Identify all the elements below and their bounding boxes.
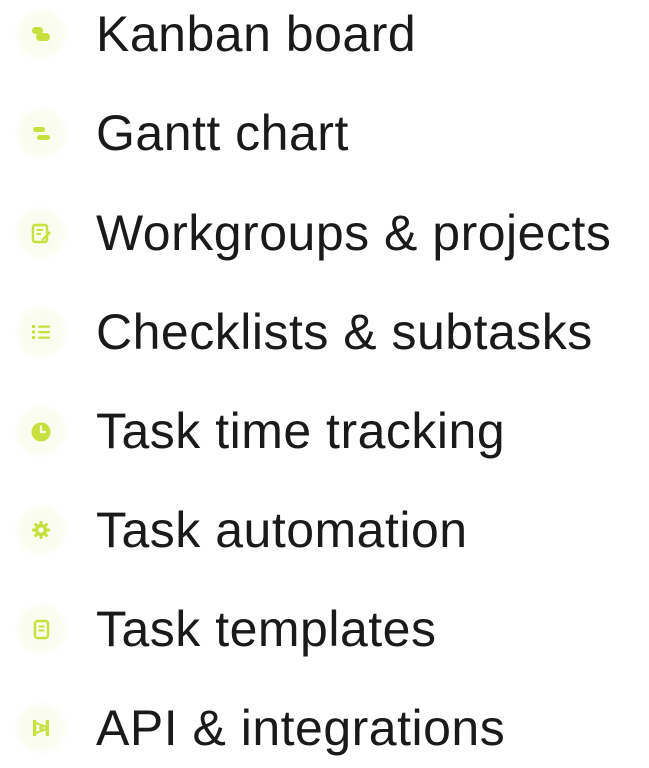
feature-label: Gantt chart	[96, 105, 349, 161]
feature-item-task-automation: Task automation	[0, 490, 649, 570]
template-icon	[14, 602, 68, 656]
feature-item-checklists-subtasks: Checklists & subtasks	[0, 292, 649, 372]
api-icon	[14, 701, 68, 755]
feature-label: Workgroups & projects	[96, 205, 612, 261]
feature-item-task-templates: Task templates	[0, 589, 649, 669]
feature-item-api-integrations: API & integrations	[0, 688, 649, 768]
feature-item-task-time-tracking: Task time tracking	[0, 391, 649, 471]
gear-icon	[14, 503, 68, 557]
feature-label: Kanban board	[96, 6, 417, 62]
feature-label: Checklists & subtasks	[96, 304, 593, 360]
clock-icon	[14, 404, 68, 458]
feature-label: Task time tracking	[96, 403, 506, 459]
gantt-icon	[14, 106, 68, 160]
feature-label: API & integrations	[96, 700, 506, 756]
feature-label: Task automation	[96, 502, 468, 558]
checklist-icon	[14, 305, 68, 359]
feature-label: Task templates	[96, 601, 437, 657]
edit-document-icon	[14, 206, 68, 260]
feature-item-gantt-chart: Gantt chart	[0, 93, 649, 173]
kanban-icon	[14, 7, 68, 61]
feature-item-workgroups-projects: Workgroups & projects	[0, 193, 649, 273]
feature-item-kanban-board: Kanban board	[0, 0, 649, 74]
